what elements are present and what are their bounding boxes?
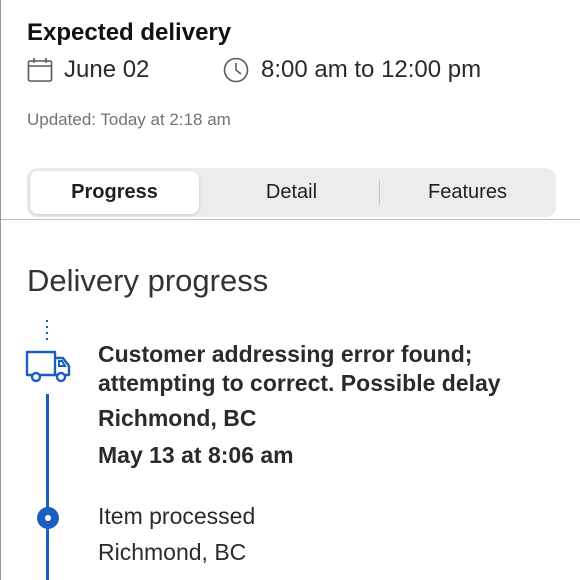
tab-segmented-control: Progress Detail Features [27, 168, 556, 217]
event-status: Customer addressing error found; attempt… [98, 341, 501, 396]
tracking-page: Expected delivery June 02 8:00 am to 12:… [0, 0, 580, 580]
truck-icon [25, 350, 71, 383]
segment-divider [379, 180, 380, 205]
delivery-date: June 02 [64, 56, 150, 83]
event-status: Item processed [98, 503, 256, 529]
tab-features[interactable]: Features [382, 171, 553, 214]
tab-detail[interactable]: Detail [204, 171, 379, 214]
tab-progress[interactable]: Progress [30, 171, 199, 214]
event-time: May 13 at 8:06 am [98, 442, 294, 468]
timeline-dotted-connector [46, 320, 48, 342]
section-divider [1, 219, 580, 220]
event-location: Richmond, BC [98, 539, 247, 565]
delivery-progress-title: Delivery progress [27, 263, 269, 298]
expected-delivery-heading: Expected delivery [27, 19, 232, 46]
timeline-node-icon [37, 507, 59, 529]
calendar-icon [27, 58, 53, 82]
delivery-time-window: 8:00 am to 12:00 pm [261, 56, 482, 83]
delivery-window-row: June 02 8:00 am to 12:00 pm [27, 55, 567, 85]
updated-timestamp: Updated: Today at 2:18 am [27, 110, 231, 129]
event-location: Richmond, BC [98, 405, 257, 431]
timeline-line [46, 394, 49, 580]
clock-icon [223, 57, 249, 83]
